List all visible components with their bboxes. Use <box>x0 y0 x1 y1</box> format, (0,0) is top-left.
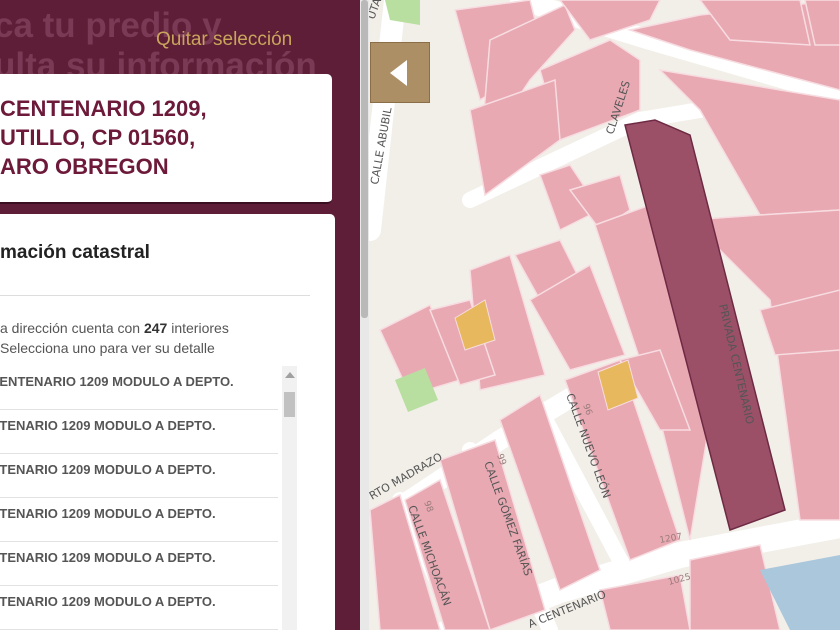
selected-address: CENTENARIO 1209, UTILLO, CP 01560, ARO O… <box>0 94 330 181</box>
interiors-note: a dirección cuenta con 247 interiores Se… <box>0 318 229 358</box>
list-item-label: NTENARIO 1209 MODULO A DEPTO. <box>0 594 216 609</box>
map-canvas[interactable]: CALLE ABUBIL CLAVELES PRIVADA CENTENARIO… <box>369 0 840 630</box>
panel-scrollbar-thumb[interactable] <box>361 0 368 318</box>
note-text: Selecciona uno para ver su detalle <box>0 340 215 356</box>
address-line: UTILLO, CP 01560, <box>0 125 196 150</box>
cadastral-info-title: mación catastral <box>0 242 150 263</box>
list-item[interactable]: NTENARIO 1209 MODULO A DEPTO. <box>0 498 278 542</box>
list-item-label: NTENARIO 1209 MODULO A DEPTO. <box>0 550 216 565</box>
interiors-count: 247 <box>143 320 168 336</box>
list-item[interactable]: CENTENARIO 1209 MODULO A DEPTO. <box>0 366 278 410</box>
list-item[interactable]: NTENARIO 1209 MODULO A DEPTO. <box>0 586 278 630</box>
list-item-label: NTENARIO 1209 MODULO A DEPTO. <box>0 506 216 521</box>
collapse-panel-button[interactable] <box>370 42 430 103</box>
address-line: CENTENARIO 1209, <box>0 96 207 121</box>
list-scrollbar[interactable] <box>282 366 297 630</box>
list-item[interactable]: NTENARIO 1209 MODULO A DEPTO. <box>0 454 278 498</box>
interiors-list[interactable]: CENTENARIO 1209 MODULO A DEPTO. NTENARIO… <box>0 366 282 630</box>
scroll-up-icon[interactable] <box>285 372 295 378</box>
list-item[interactable]: NTENARIO 1209 MODULO A DEPTO. <box>0 542 278 586</box>
clear-selection-button[interactable]: Quitar selección <box>156 29 292 51</box>
divider <box>0 295 310 296</box>
address-line: ARO OBREGON <box>0 154 169 179</box>
cadastral-info-card: mación catastral a dirección cuenta con … <box>0 214 335 630</box>
list-item[interactable]: NTENARIO 1209 MODULO A DEPTO. <box>0 410 278 454</box>
list-item-label: NTENARIO 1209 MODULO A DEPTO. <box>0 418 216 433</box>
list-item-label: CENTENARIO 1209 MODULO A DEPTO. <box>0 374 234 389</box>
note-text: interiores <box>167 320 229 336</box>
address-card: CENTENARIO 1209, UTILLO, CP 01560, ARO O… <box>0 74 332 204</box>
chevron-left-icon <box>390 60 407 86</box>
list-item-label: NTENARIO 1209 MODULO A DEPTO. <box>0 462 216 477</box>
map-view[interactable]: CALLE ABUBIL CLAVELES PRIVADA CENTENARIO… <box>369 0 840 630</box>
scrollbar-thumb[interactable] <box>284 392 295 417</box>
panel-scrollbar[interactable] <box>360 0 369 630</box>
info-panel: ca tu predio y ulta su información Quita… <box>0 0 360 630</box>
note-text: a dirección cuenta con <box>0 320 144 336</box>
